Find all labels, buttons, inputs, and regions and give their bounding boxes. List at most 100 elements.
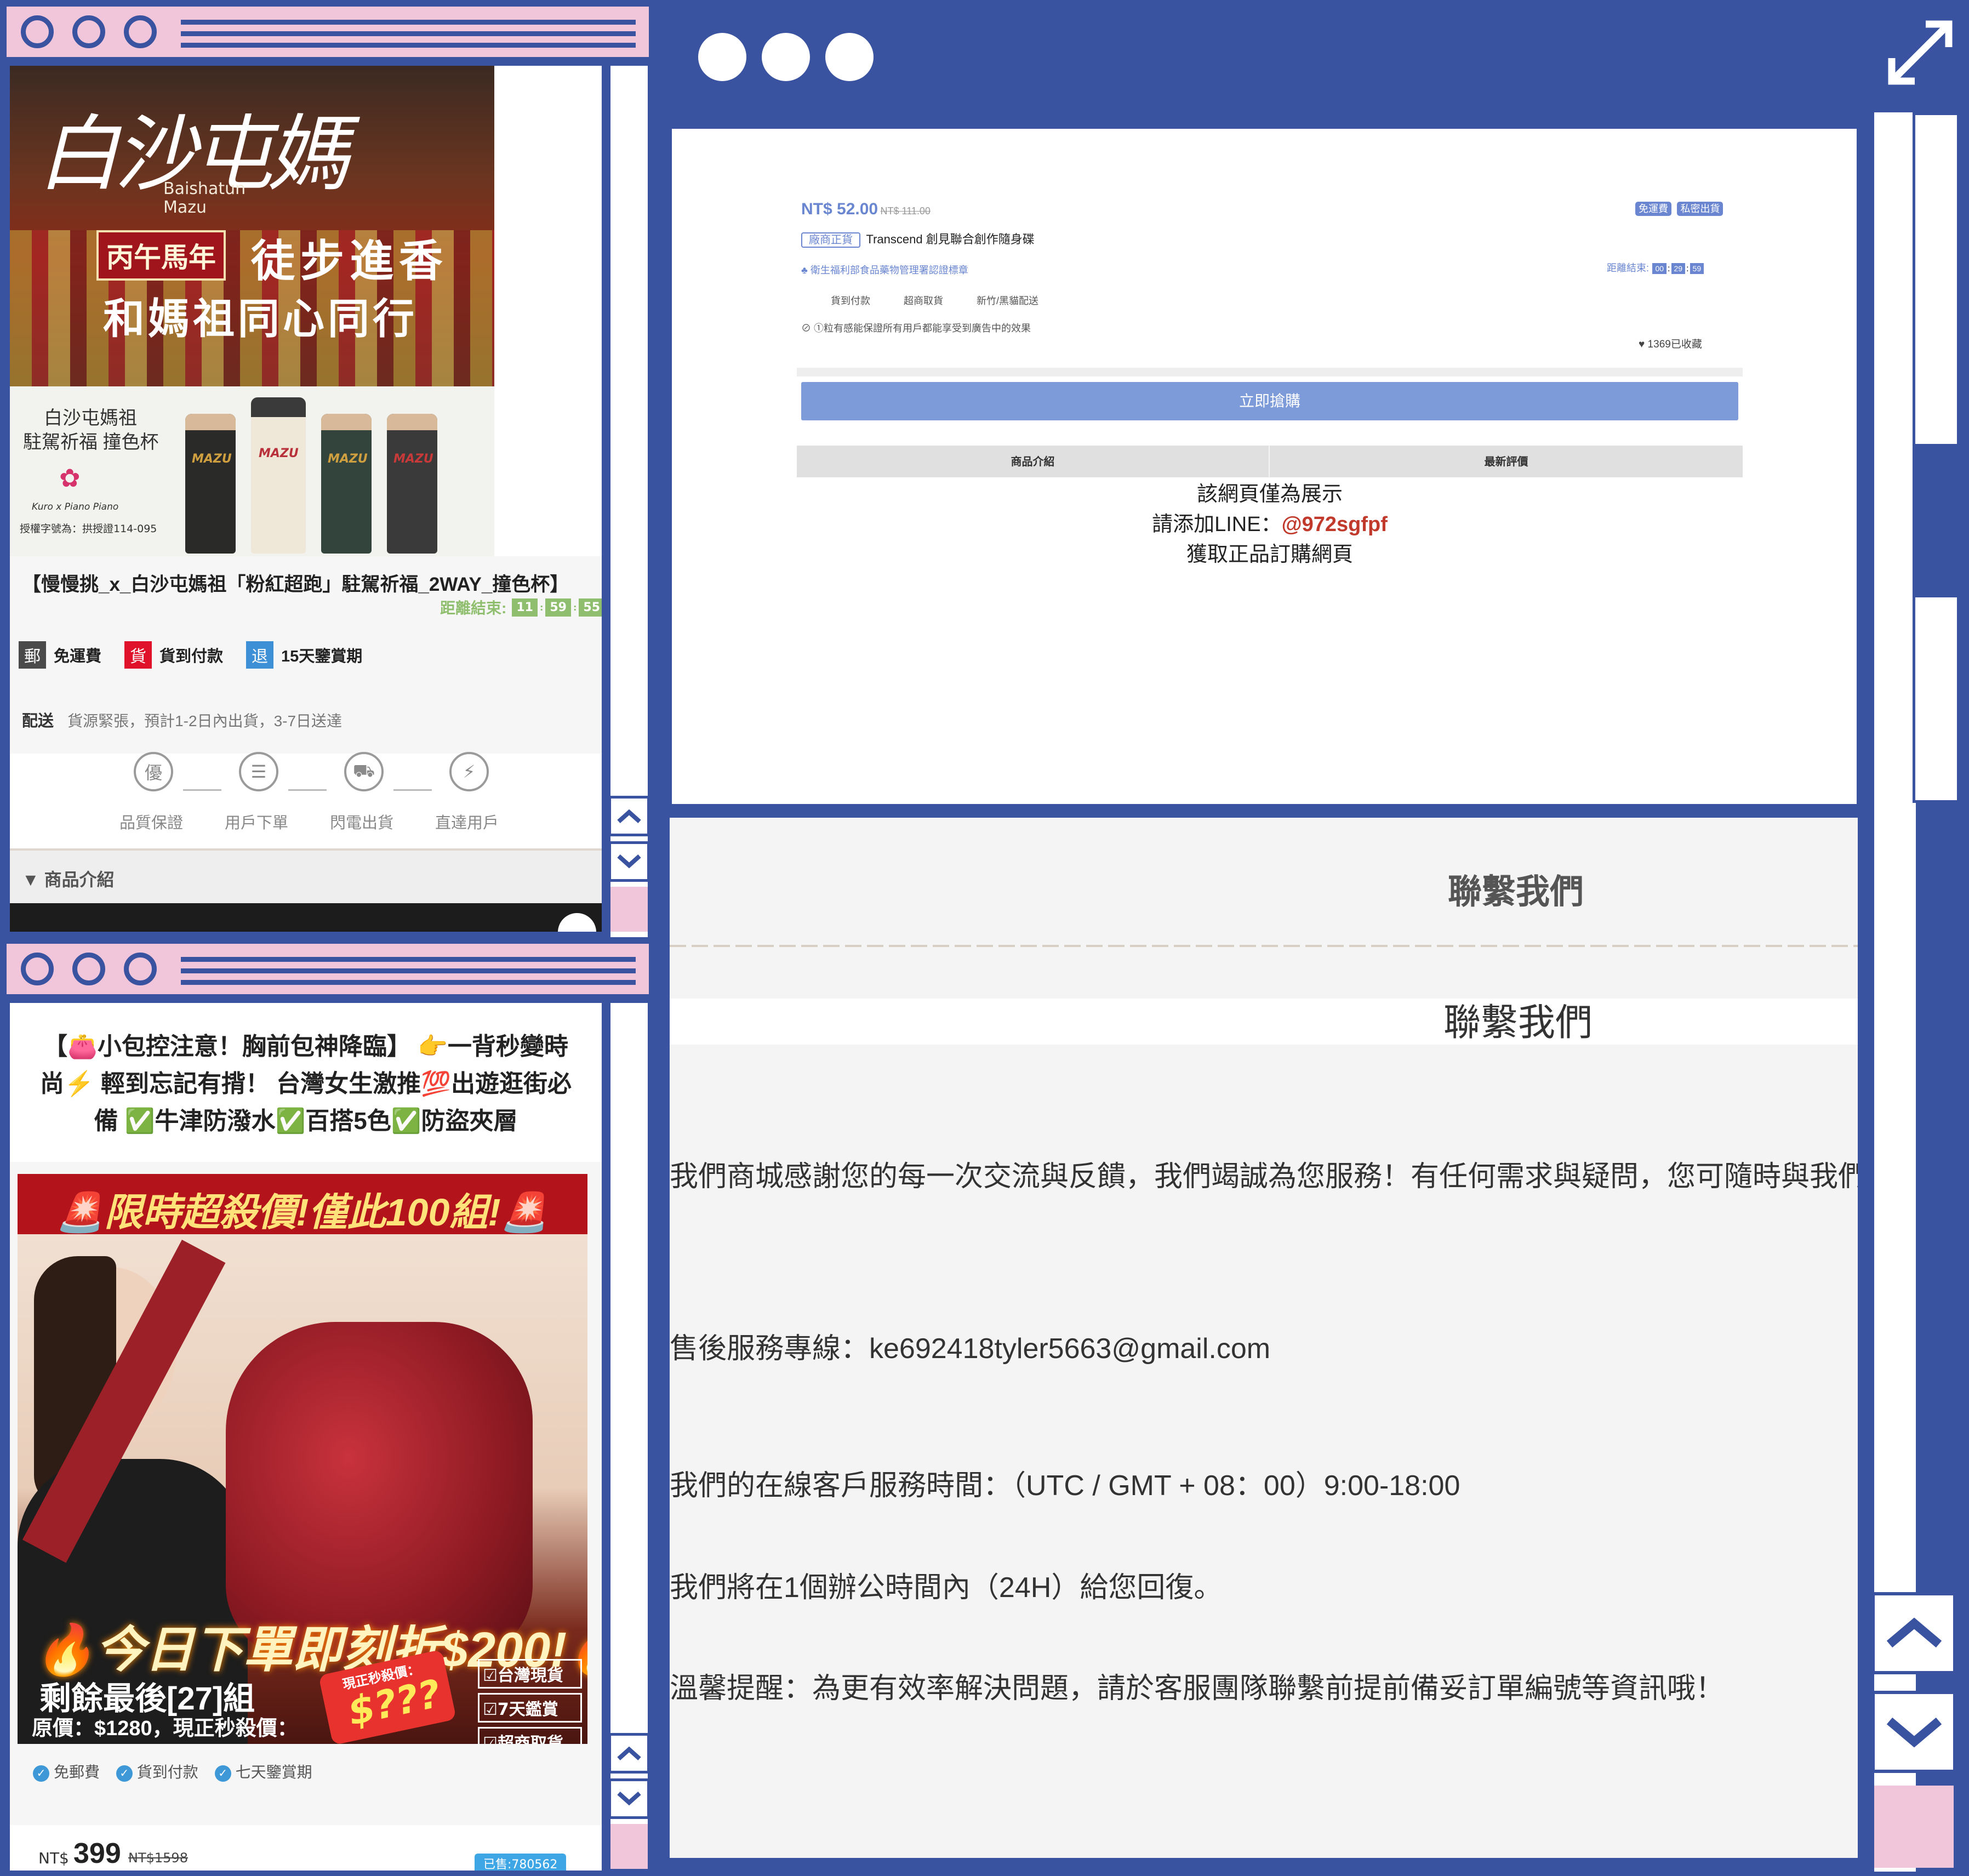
contact-paragraph-5: 溫馨提醒：為更有效率解決問題，請於客服團隊聯繫前提前備妥訂單編號等資訊哦！ — [670, 1673, 1725, 1704]
preview-product-name: Transcend 創見聯合創作隨身碟 — [866, 232, 1035, 246]
window-a-titlebar — [7, 7, 649, 57]
shipping-label: 配送 — [22, 712, 54, 730]
free-shipping-label: 免運費 — [54, 648, 102, 665]
preview-divider — [797, 368, 1743, 377]
service-badges: 郵 免運費 貨 貨到付款 退 15天鑒賞期 — [19, 641, 362, 669]
free-shipping-icon: 郵 — [19, 641, 46, 669]
intro-image-strip — [10, 903, 602, 932]
demo-line-1: 該網頁僅為展示 — [1196, 483, 1343, 506]
tab-product-intro[interactable]: 商品介紹 — [797, 446, 1270, 477]
preview-countdown-hours: 00 — [1652, 263, 1667, 274]
shipping-text: 貨源緊張，預計1-2日內出貨，3-7日送達 — [67, 712, 343, 729]
return-label: 15天鑒賞期 — [281, 648, 363, 665]
window-c-dot-2[interactable] — [762, 33, 810, 81]
window-b-dot-3[interactable] — [124, 953, 157, 985]
contact-paragraph-4: 我們將在1個辦公時間內（24H）給您回復。 — [670, 1572, 1223, 1604]
preview-services: 貨到付款 超商取貨 新竹/黑貓配送 — [831, 293, 1038, 307]
cup-white: MAZU — [251, 397, 306, 554]
contact-paragraph-2[interactable]: 售後服務專線：ke692418tyler5663@gmail.com — [670, 1325, 1270, 1366]
countdown-seconds: 55 — [579, 598, 602, 617]
section-header-label: ▼ 商品介紹 — [22, 870, 115, 889]
step-label-delivery: 閃電出貨 — [330, 814, 394, 832]
contact-divider — [670, 945, 1858, 947]
bag-promo-image: 🚨限時超殺價!僅此100組!🚨 🔥今日下單即刻折$200!🔥 剩餘最後[27]組… — [18, 1174, 587, 1744]
step-label-order: 用戶下單 — [225, 814, 289, 832]
chevron-down-icon — [1886, 1717, 1942, 1748]
preview-product-line: 廠商正貨 Transcend 創見聯合創作隨身碟 — [801, 230, 1035, 248]
contact-heading-1: 聯繫我們 — [1448, 873, 1584, 911]
chevron-down-icon — [617, 854, 641, 869]
cup-mark: MAZU — [328, 452, 368, 466]
quality-icon: 優 — [134, 752, 173, 791]
price-prefix: NT$ — [38, 1849, 69, 1867]
chevron-down-icon — [617, 1792, 641, 1806]
window-a-scroll-up[interactable] — [608, 796, 650, 836]
title-line — [181, 957, 636, 962]
window-a-dot-1[interactable] — [21, 15, 54, 48]
window-c-dot-3[interactable] — [825, 33, 874, 81]
window-a-scroll-down[interactable] — [608, 841, 650, 882]
preview-tabs: 商品介紹 最新評價 — [797, 446, 1743, 477]
window-c-titlebar — [665, 5, 1964, 110]
window-b-dot-1[interactable] — [21, 953, 54, 985]
contact-paragraph-1: 我們商城感謝您的每一次交流與反饋，我們竭誠為您服務！有任何需求與疑問，您可隨時與… — [670, 1161, 1858, 1193]
window-b-dot-2[interactable] — [72, 953, 105, 985]
tag-free-shipping: 免運費 — [1635, 202, 1671, 216]
countdown-hours: 11 — [512, 598, 538, 617]
banner-roman: Baishatun Mazu — [163, 179, 246, 217]
window-c-dot-1[interactable] — [698, 33, 746, 81]
promo-check-3: ☑超商取貨 — [478, 1727, 582, 1744]
window-a-dot-2[interactable] — [72, 15, 105, 48]
product-title: 【慢慢挑_x_白沙屯媽祖「粉紅超跑」駐駕祈福_2WAY_撞色杯】 — [22, 574, 569, 595]
window-a-dot-3[interactable] — [124, 15, 157, 48]
license-text: 授權字號為：拱授證114-095 — [20, 523, 157, 535]
shipping-info: 配送 貨源緊張，預計1-2日內出貨，3-7日送達 — [22, 708, 342, 731]
window-a-scroll-corner — [610, 887, 648, 932]
tab-latest-reviews[interactable]: 最新評價 — [1270, 446, 1743, 477]
window-b-scroll-up[interactable] — [608, 1733, 650, 1774]
delivery-truck-icon: ⛟ — [344, 752, 384, 791]
preview-favorites[interactable]: ♥ 1369已收藏 — [1639, 336, 1702, 351]
preview-service-cod: 貨到付款 — [831, 295, 870, 306]
mazu-banner: 白沙屯媽 Baishatun Mazu 丙午馬年 徒步進香 和媽祖同心同行 — [10, 66, 494, 386]
service-free-shipping: 免郵費 — [54, 1764, 100, 1781]
expand-icon[interactable] — [1887, 20, 1953, 85]
step-label-direct: 直達用戶 — [435, 814, 499, 832]
window-c-scroll-down[interactable] — [1871, 1691, 1956, 1773]
banner-year-tag: 丙午馬年 — [96, 230, 226, 281]
chevron-up-icon — [1886, 1617, 1942, 1648]
section-header-intro[interactable]: ▼ 商品介紹 — [10, 848, 602, 903]
cup-mark: MAZU — [192, 452, 232, 466]
cup-mark: MAZU — [393, 452, 433, 466]
scroll-top-icon[interactable] — [558, 913, 596, 932]
window-b-scroll-down[interactable] — [608, 1778, 650, 1819]
window-c-scroll-thumb[interactable] — [1913, 112, 1960, 803]
demo-notice: 該網頁僅為展示 請添加LINE：@972sgfpf 獲取正品訂購網頁 — [797, 480, 1743, 570]
window-c-contact-pane: 聯繫我們 聯繫我們 我們商城感謝您的每一次交流與反饋，我們竭誠為您服務！有任何需… — [670, 818, 1858, 1858]
check-icon: ✓ — [33, 1765, 49, 1782]
preview-countdown-minutes: 29 — [1671, 263, 1686, 274]
window-c-preview-pane: NT$ 52.00 NT$ 111.00 免運費 私密出貨 廠商正貨 Trans… — [672, 129, 1857, 804]
promo-check-2: ☑7天鑑賞 — [478, 1693, 582, 1723]
demo-line-2-prefix: 請添加LINE： — [1152, 513, 1282, 536]
title-line — [181, 31, 636, 36]
cod-icon: 貨 — [124, 641, 152, 669]
bag-services: ✓ 免郵費 ✓ 貨到付款 ✓ 七天鑒賞期 — [33, 1760, 312, 1782]
lightning-icon: ⚡ — [449, 752, 489, 791]
line-id[interactable]: @972sgfpf — [1282, 513, 1388, 536]
cup-mark: MAZU — [259, 447, 299, 460]
banner-slogan-1: 徒步進香 — [251, 235, 448, 287]
title-line — [181, 968, 636, 973]
window-c-scroll-up[interactable] — [1871, 1592, 1956, 1674]
demo-line-2: 請添加LINE：@972sgfpf — [797, 510, 1743, 540]
window-a-content: 白沙屯媽 Baishatun Mazu 丙午馬年 徒步進香 和媽祖同心同行 白沙… — [10, 66, 602, 932]
promo-check-1: ☑台灣現貨 — [478, 1659, 582, 1689]
preview-countdown-seconds: 59 — [1690, 263, 1704, 274]
product-heading-2: 駐駕祈福 撞色杯 — [23, 432, 159, 453]
check-icon: ✓ — [116, 1765, 133, 1782]
cup-black: MAZU — [185, 414, 236, 554]
window-b-content: 【👛小包控注意！胸前包神降臨】 👉一背秒變時尚⚡ 輕到忘記有揹！ 台灣女生激推💯… — [10, 1003, 602, 1871]
buy-now-button[interactable]: 立即搶購 — [801, 382, 1738, 420]
step-label-quality: 品質保證 — [119, 814, 184, 832]
preview-countdown-label: 距離結束: — [1607, 263, 1650, 273]
